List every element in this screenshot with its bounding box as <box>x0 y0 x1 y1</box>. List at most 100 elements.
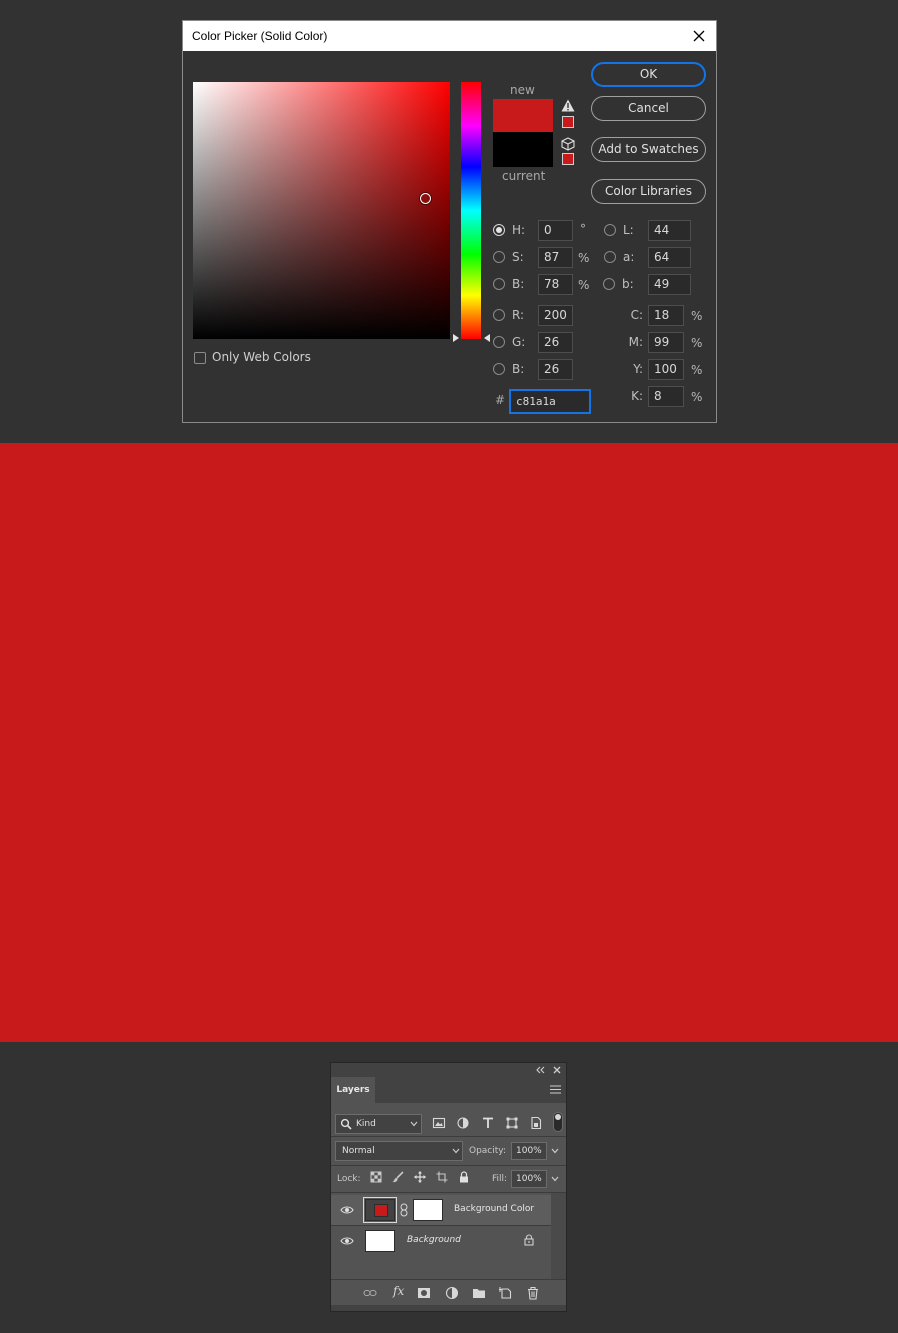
layer-name[interactable]: Background Color <box>454 1204 534 1214</box>
lock-transparency-icon[interactable] <box>370 1171 382 1183</box>
panel-header <box>331 1063 566 1077</box>
collapse-panel-icon[interactable] <box>535 1065 545 1075</box>
folder-icon[interactable] <box>472 1286 486 1300</box>
blue-input[interactable]: 26 <box>538 359 573 380</box>
color-field[interactable] <box>193 82 450 339</box>
radio-lab-a[interactable] <box>604 251 616 263</box>
hex-input[interactable]: c81a1a <box>509 389 591 414</box>
hue-slider[interactable] <box>461 82 481 339</box>
radio-blue[interactable] <box>493 363 505 375</box>
radio-red[interactable] <box>493 309 505 321</box>
dialog-title: Color Picker (Solid Color) <box>183 21 716 51</box>
saturation-input[interactable]: 87 <box>538 247 573 268</box>
lock-label: Lock: <box>337 1174 361 1184</box>
eye-icon[interactable] <box>340 1205 354 1215</box>
blend-mode-select[interactable]: Normal <box>335 1141 463 1161</box>
current-color-swatch[interactable] <box>493 132 553 167</box>
magenta-label: M: <box>628 335 643 349</box>
adjustment-layer-icon[interactable] <box>445 1286 459 1300</box>
search-icon <box>340 1118 352 1130</box>
layer-thumbnail[interactable] <box>365 1230 395 1252</box>
radio-saturation[interactable] <box>493 251 505 263</box>
lock-artboard-icon[interactable] <box>436 1171 448 1183</box>
green-input[interactable]: 26 <box>538 332 573 353</box>
red-input[interactable]: 200 <box>538 305 573 326</box>
layers-scrollbar[interactable] <box>551 1193 566 1279</box>
fx-icon[interactable]: fx <box>393 1284 404 1298</box>
color-field-cursor[interactable] <box>420 193 431 204</box>
lab-a-label: a: <box>623 250 635 264</box>
black-label: K: <box>631 389 643 403</box>
layer-thumbnail-fill[interactable] <box>363 1197 397 1223</box>
lab-l-label: L: <box>623 223 634 237</box>
radio-lab-b[interactable] <box>603 278 615 290</box>
layer-row-background[interactable]: Background <box>331 1226 551 1256</box>
panel-resize-grip[interactable] <box>331 1305 566 1311</box>
yellow-input[interactable]: 100 <box>648 359 684 380</box>
smart-object-filter-icon[interactable] <box>529 1116 543 1130</box>
image-filter-icon[interactable] <box>432 1116 446 1130</box>
blue-label: B: <box>512 362 525 376</box>
red-label: R: <box>512 308 525 322</box>
radio-hue[interactable] <box>493 224 505 236</box>
filter-toggle[interactable] <box>553 1112 563 1132</box>
black-input[interactable]: 8 <box>648 386 684 407</box>
gamut-correction-swatch[interactable] <box>562 116 574 128</box>
lab-a-input[interactable]: 64 <box>648 247 691 268</box>
lock-icon[interactable] <box>524 1234 534 1246</box>
panel-menu-icon[interactable] <box>550 1085 561 1094</box>
hue-slider-handle-right[interactable] <box>484 334 490 342</box>
close-icon[interactable] <box>689 26 709 46</box>
document-canvas[interactable] <box>0 443 898 1042</box>
cyan-input[interactable]: 18 <box>648 305 684 326</box>
lab-b-label: b: <box>622 277 634 291</box>
radio-green[interactable] <box>493 336 505 348</box>
type-filter-icon[interactable] <box>481 1116 495 1130</box>
trash-icon[interactable] <box>526 1286 540 1300</box>
brightness-label: B: <box>512 277 525 291</box>
lock-position-move-icon[interactable] <box>414 1171 426 1183</box>
shape-filter-icon[interactable] <box>505 1116 519 1130</box>
color-picker-dialog: Color Picker (Solid Color) Only Web Colo… <box>182 20 717 423</box>
green-label: G: <box>512 335 526 349</box>
lab-l-input[interactable]: 44 <box>648 220 691 241</box>
radio-brightness[interactable] <box>493 278 505 290</box>
mask-link-icon[interactable] <box>400 1203 408 1217</box>
out-of-gamut-warning-icon[interactable] <box>561 99 575 112</box>
divider <box>331 1192 566 1193</box>
layers-bottom-bar: fx <box>331 1279 566 1305</box>
chevron-down-icon[interactable] <box>551 1176 559 1182</box>
web-safe-swatch[interactable] <box>562 153 574 165</box>
layer-name[interactable]: Background <box>407 1235 461 1245</box>
mask-icon[interactable] <box>417 1286 431 1300</box>
add-to-swatches-button[interactable]: Add to Swatches <box>591 137 706 162</box>
new-layer-icon[interactable] <box>499 1286 513 1300</box>
new-color-swatch <box>493 99 553 132</box>
color-libraries-button[interactable]: Color Libraries <box>591 179 706 204</box>
hue-label: H: <box>512 223 526 237</box>
chevron-down-icon[interactable] <box>551 1148 559 1154</box>
divider <box>331 1136 566 1137</box>
adjustment-filter-icon[interactable] <box>456 1116 470 1130</box>
web-safe-cube-icon[interactable] <box>561 137 575 151</box>
ok-button[interactable]: OK <box>591 62 706 87</box>
layer-mask-thumbnail[interactable] <box>413 1199 443 1221</box>
link-layers-icon[interactable] <box>363 1286 377 1300</box>
close-panel-icon[interactable] <box>552 1065 562 1075</box>
lock-pixels-brush-icon[interactable] <box>392 1171 404 1183</box>
only-web-colors-checkbox[interactable] <box>194 352 206 364</box>
hue-input[interactable]: 0 <box>538 220 573 241</box>
fill-input[interactable]: 100% <box>511 1170 547 1188</box>
layer-row-background-color[interactable]: Background Color <box>331 1195 551 1225</box>
hue-slider-handle-left[interactable] <box>453 334 459 342</box>
cancel-button[interactable]: Cancel <box>591 96 706 121</box>
lock-all-icon[interactable] <box>458 1171 470 1183</box>
opacity-input[interactable]: 100% <box>511 1142 547 1160</box>
brightness-input[interactable]: 78 <box>538 274 573 295</box>
eye-icon[interactable] <box>340 1236 354 1246</box>
lab-b-input[interactable]: 49 <box>648 274 691 295</box>
cyan-unit: % <box>691 309 703 323</box>
radio-lab-l[interactable] <box>604 224 616 236</box>
magenta-input[interactable]: 99 <box>648 332 684 353</box>
tab-layers[interactable]: Layers <box>331 1077 375 1103</box>
